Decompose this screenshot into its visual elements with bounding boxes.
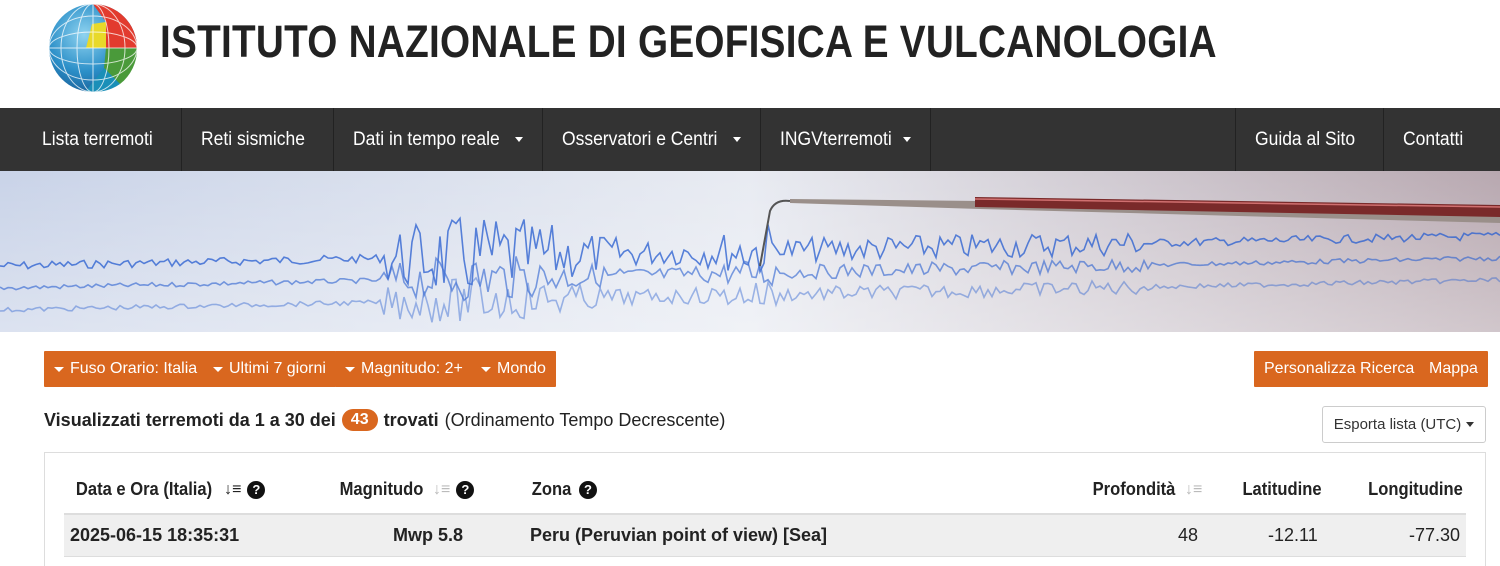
summary-prefix: Visualizzati terremoti da 1 a 30 dei — [44, 409, 336, 430]
globe-logo-icon[interactable] — [46, 2, 140, 94]
timezone-filter-button[interactable]: Fuso Orario: Italia — [44, 351, 208, 387]
nav-item-label: Dati in tempo reale — [353, 128, 501, 150]
map-button-label: Mappa — [1429, 360, 1478, 377]
sort-icon[interactable]: ↓≡ — [1185, 481, 1202, 499]
results-summary: Visualizzati terremoti da 1 a 30 dei 43 … — [44, 409, 725, 431]
nav-item-label: Lista terremoti — [42, 128, 153, 150]
table-row-next — [64, 558, 1466, 566]
map-button[interactable]: Mappa — [1419, 351, 1488, 387]
site-title[interactable]: ISTITUTO NAZIONALE DI GEOFISICA E VULCAN… — [160, 16, 1217, 68]
period-filter-button[interactable]: Ultimi 7 giorni — [203, 351, 336, 387]
caret-down-icon — [481, 366, 491, 372]
nav-item-dati-tempo-reale[interactable]: Dati in tempo reale — [334, 108, 543, 171]
chevron-down-icon — [514, 137, 523, 142]
chevron-down-icon — [732, 137, 741, 142]
cell-magnitude: Mwp 5.8 — [393, 525, 464, 545]
nav-item-contatti[interactable]: Contatti — [1382, 108, 1500, 171]
nav-item-reti-sismiche[interactable]: Reti sismiche — [182, 108, 335, 171]
caret-down-icon — [54, 366, 64, 372]
period-filter-label: Ultimi 7 giorni — [229, 360, 326, 377]
export-list-dropdown[interactable]: Esporta lista (UTC) — [1322, 406, 1486, 443]
column-header-label: Zona — [531, 479, 572, 499]
nav-item-guida-sito[interactable]: Guida al Sito — [1234, 108, 1383, 171]
nav-item-ingvterremoti[interactable]: INGVterremoti — [761, 108, 932, 171]
cell-longitude: -77.30 — [1409, 525, 1461, 545]
export-list-label: Esporta lista (UTC) — [1333, 416, 1462, 433]
seismograph-banner — [0, 171, 1500, 332]
timezone-filter-label: Fuso Orario: Italia — [70, 360, 198, 377]
column-header-label: Data e Ora (Italia) — [75, 479, 213, 499]
region-filter-label: Mondo — [497, 360, 546, 377]
caret-down-icon — [1466, 422, 1475, 427]
cell-zone[interactable]: Peru (Peruvian point of view) [Sea] — [530, 525, 827, 546]
help-icon[interactable]: ? — [579, 480, 597, 499]
sort-desc-icon[interactable]: ↓≡ — [224, 481, 241, 499]
column-header-label: Magnitudo — [339, 479, 424, 499]
column-header-magnitude[interactable]: Magnitudo ↓≡ ? — [336, 479, 475, 500]
customize-search-label: Personalizza Ricerca — [1264, 360, 1415, 377]
sort-icon[interactable]: ↓≡ — [433, 481, 450, 499]
column-header-label: Profondità — [1092, 479, 1176, 499]
caret-down-icon — [213, 366, 223, 372]
column-header-latitude: Latitudine — [1239, 479, 1325, 500]
nav-right-group: Guida al Sito Contatti — [1234, 108, 1500, 171]
nav-item-label: Contatti — [1402, 128, 1463, 150]
column-header-label: Longitudine — [1368, 479, 1463, 499]
help-icon[interactable]: ? — [456, 480, 475, 499]
column-header-depth[interactable]: Profondità ↓≡ — [1089, 479, 1203, 500]
nav-item-label: INGVterremoti — [779, 128, 892, 150]
nav-item-lista-terremoti[interactable]: Lista terremoti — [0, 108, 183, 171]
caret-down-icon — [345, 366, 355, 372]
magnitude-filter-button[interactable]: Magnitudo: 2+ — [335, 351, 473, 387]
cell-latitude: -12.11 — [1268, 525, 1318, 545]
summary-order: (Ordinamento Tempo Decrescente) — [444, 409, 726, 430]
region-filter-button[interactable]: Mondo — [471, 351, 556, 387]
main-navbar: Lista terremoti Reti sismiche Dati in te… — [0, 108, 1500, 171]
nav-item-osservatori-centri[interactable]: Osservatori e Centri — [543, 108, 761, 171]
customize-search-button[interactable]: Personalizza Ricerca — [1254, 351, 1425, 387]
site-header: ISTITUTO NAZIONALE DI GEOFISICA E VULCAN… — [0, 0, 1500, 108]
cell-datetime[interactable]: 2025-06-15 18:35:31 — [70, 525, 239, 546]
results-count-badge: 43 — [341, 409, 378, 431]
cell-depth: 48 — [1178, 525, 1199, 545]
nav-item-label: Osservatori e Centri — [561, 128, 718, 150]
column-header-datetime[interactable]: Data e Ora (Italia) ↓≡ ? — [70, 479, 266, 500]
column-header-longitude: Longitudine — [1364, 479, 1467, 500]
column-header-label: Latitudine — [1242, 479, 1322, 499]
nav-left-group: Lista terremoti Reti sismiche Dati in te… — [0, 108, 932, 171]
chevron-down-icon — [903, 137, 912, 142]
column-header-zone: Zona ? — [530, 479, 597, 500]
nav-item-label: Guida al Sito — [1254, 128, 1355, 150]
help-icon[interactable]: ? — [247, 480, 266, 499]
seismogram-image — [0, 171, 1500, 332]
summary-found: trovati — [383, 409, 439, 430]
nav-item-label: Reti sismiche — [201, 128, 306, 150]
magnitude-filter-label: Magnitudo: 2+ — [361, 360, 463, 377]
